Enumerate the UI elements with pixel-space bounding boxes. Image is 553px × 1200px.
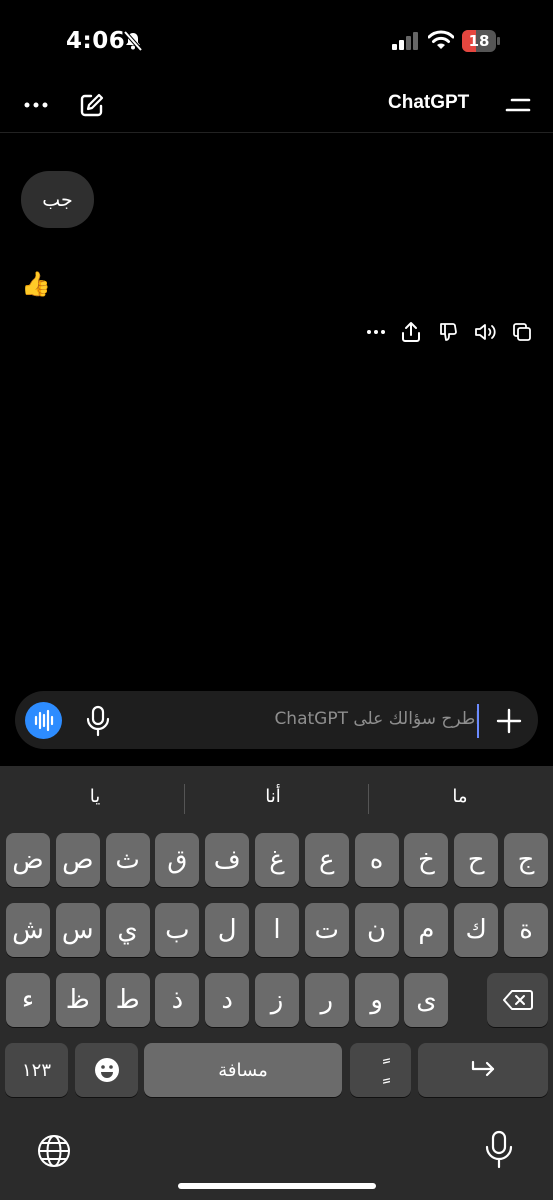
key-row1-5[interactable]: غ [255, 833, 299, 887]
more-options-icon[interactable] [23, 95, 49, 115]
diacritics-key[interactable]: ًٍ [350, 1043, 411, 1097]
wifi-icon [428, 30, 454, 49]
suggestion-1[interactable]: يا [10, 786, 180, 807]
key-row2-0[interactable]: ش [6, 903, 50, 957]
key-row2-8[interactable]: م [404, 903, 449, 957]
key-row1-0[interactable]: ض [6, 833, 50, 887]
globe-icon[interactable] [36, 1133, 72, 1169]
message-input[interactable]: اطرح سؤالك على ChatGPT [150, 709, 480, 729]
key-row1-3[interactable]: ق [155, 833, 200, 887]
numbers-key[interactable]: ١٢٣ [5, 1043, 68, 1097]
add-attachment-icon[interactable] [495, 707, 523, 735]
copy-icon[interactable] [510, 320, 534, 344]
assistant-reply: 👍 [21, 270, 51, 298]
voice-mode-button[interactable] [25, 702, 62, 739]
return-key[interactable] [418, 1043, 548, 1097]
key-row2-9[interactable]: ك [454, 903, 499, 957]
suggestion-divider [184, 784, 185, 814]
text-cursor [477, 704, 479, 738]
key-row1-9[interactable]: ح [454, 833, 499, 887]
battery-level: 18 [468, 32, 490, 50]
key-row3-2[interactable]: ط [105, 973, 150, 1027]
suggestion-3[interactable]: ما [375, 786, 545, 807]
read-aloud-speaker-icon[interactable] [473, 320, 497, 344]
key-row1-6[interactable]: ع [304, 833, 349, 887]
key-row1-10[interactable]: ج [504, 833, 548, 887]
emoji-icon [94, 1058, 119, 1082]
key-row2-3[interactable]: ب [155, 903, 200, 957]
key-row2-10[interactable]: ة [504, 903, 548, 957]
key-row2-2[interactable]: ي [105, 903, 150, 957]
battery-icon: 18 [462, 30, 500, 52]
key-row1-8[interactable]: خ [404, 833, 449, 887]
key-row2-7[interactable]: ن [354, 903, 399, 957]
share-icon[interactable] [399, 320, 423, 344]
key-row3-4[interactable]: د [205, 973, 250, 1027]
user-message-text: جب [42, 188, 73, 211]
suggestion-divider [368, 784, 369, 814]
suggestion-2[interactable]: أنا [188, 786, 358, 807]
new-chat-edit-icon[interactable] [79, 92, 105, 118]
thumbs-down-icon[interactable] [436, 320, 460, 344]
key-row3-0[interactable]: ء [6, 973, 50, 1027]
key-row1-4[interactable]: ف [205, 833, 250, 887]
silent-bell-icon [123, 30, 143, 52]
key-row3-8[interactable]: ى [404, 973, 449, 1027]
delete-key[interactable] [487, 973, 548, 1027]
home-indicator[interactable] [178, 1183, 376, 1189]
key-row3-3[interactable]: ذ [155, 973, 200, 1027]
key-row3-7[interactable]: و [354, 973, 399, 1027]
key-row3-6[interactable]: ر [304, 973, 349, 1027]
key-row2-5[interactable]: ا [255, 903, 299, 957]
app-title[interactable]: ChatGPT [388, 92, 469, 114]
space-key[interactable]: مسافة [144, 1043, 342, 1097]
key-row2-4[interactable]: ل [205, 903, 250, 957]
cellular-signal-icon [392, 32, 418, 50]
voice-waveform-icon [34, 709, 54, 732]
user-message-bubble: جب [21, 171, 94, 228]
key-row3-1[interactable]: ظ [55, 973, 100, 1027]
dictation-mic-icon[interactable] [484, 1130, 514, 1170]
key-row1-1[interactable]: ص [55, 833, 100, 887]
key-row1-7[interactable]: ه [354, 833, 399, 887]
status-time: 4:06 [66, 28, 126, 54]
key-row3-5[interactable]: ز [255, 973, 299, 1027]
key-row1-2[interactable]: ث [105, 833, 150, 887]
return-arrow-icon [471, 1060, 495, 1077]
key-row2-6[interactable]: ت [304, 903, 349, 957]
key-row2-1[interactable]: س [55, 903, 100, 957]
microphone-icon[interactable] [85, 705, 111, 737]
sidebar-menu-icon[interactable] [505, 94, 531, 116]
emoji-key[interactable] [75, 1043, 138, 1097]
more-actions-icon[interactable] [364, 320, 388, 344]
backspace-icon [502, 990, 533, 1010]
